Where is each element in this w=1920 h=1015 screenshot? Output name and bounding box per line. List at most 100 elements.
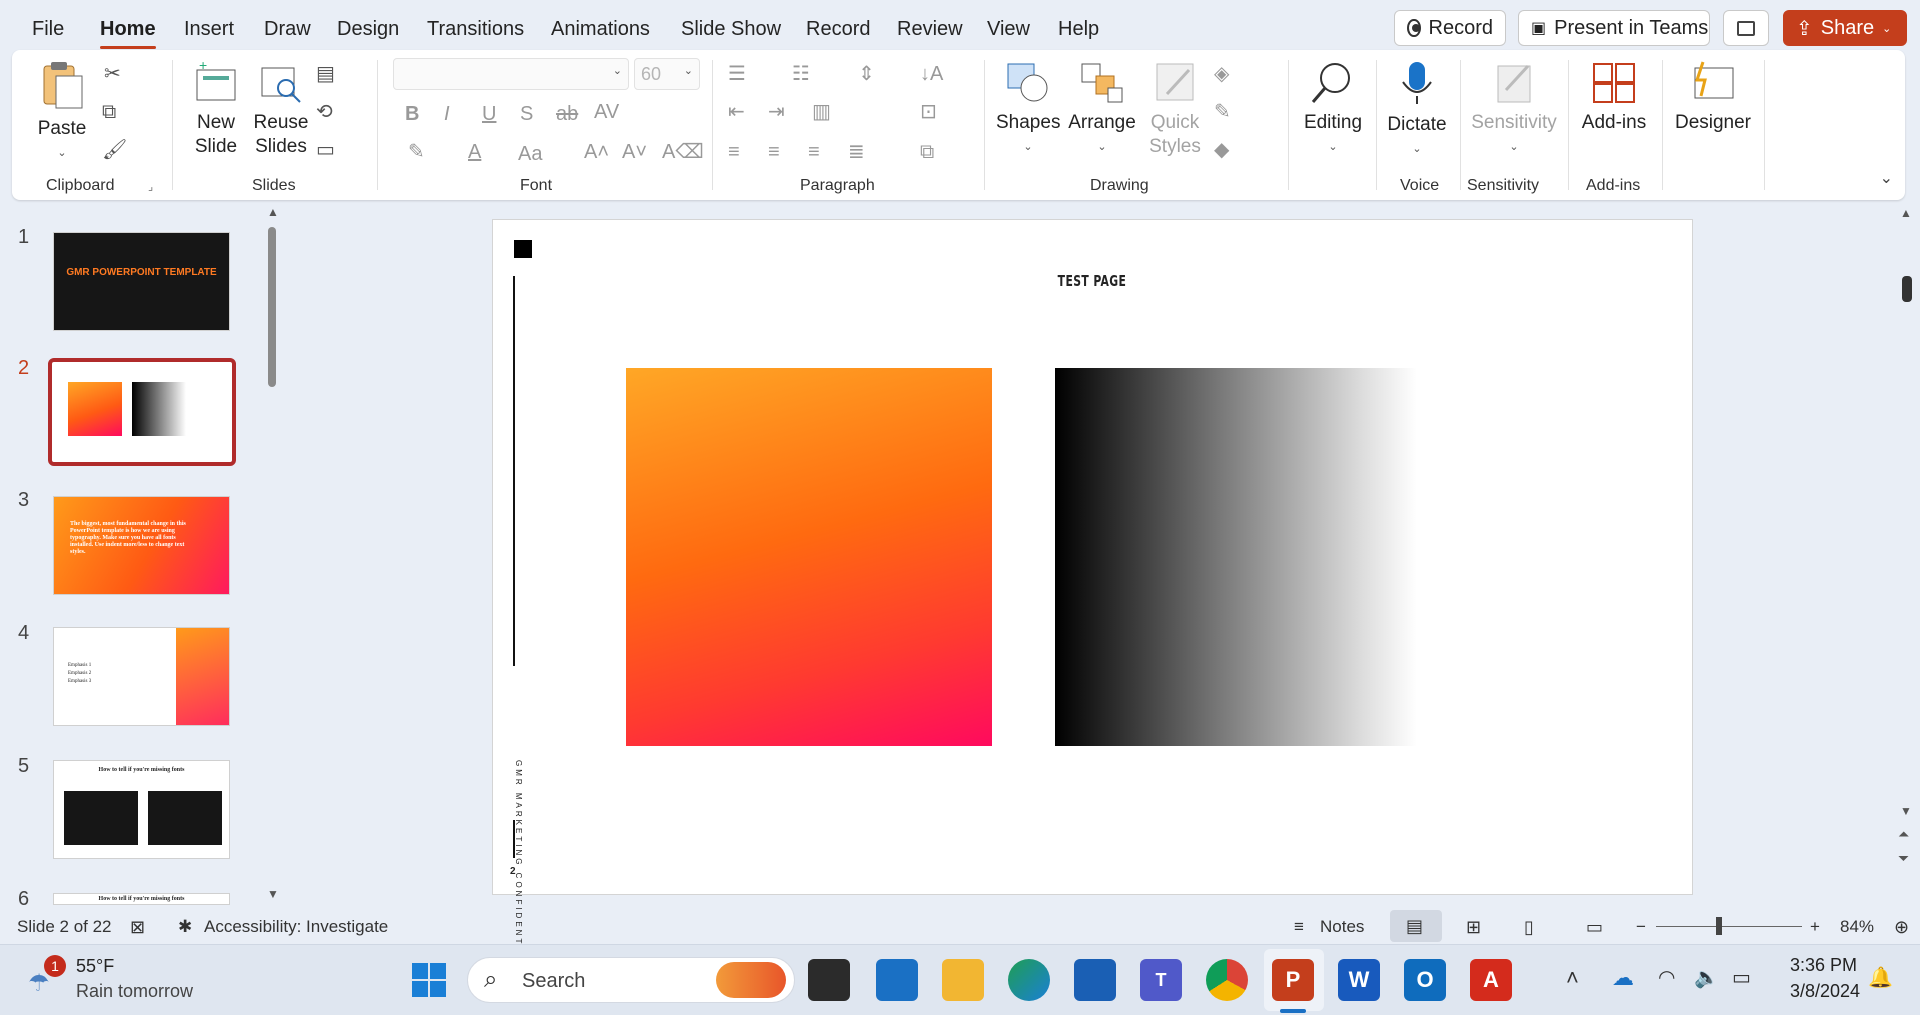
slide-thumbnail-1[interactable]: GMR POWERPOINT TEMPLATE	[53, 232, 230, 331]
new-slide-button[interactable]: + New Slide	[184, 57, 248, 159]
store-icon[interactable]	[1074, 959, 1116, 1001]
clear-formatting-icon[interactable]: A⌫	[662, 142, 704, 162]
align-text-icon[interactable]: ⊡	[920, 102, 937, 122]
weather-widget[interactable]: ☂ 1	[24, 955, 66, 1001]
slide-thumbnail-2[interactable]	[48, 358, 236, 466]
tab-animations[interactable]: Animations	[551, 18, 650, 41]
font-color-icon[interactable]: A	[468, 142, 481, 162]
meet-app-icon[interactable]	[876, 959, 918, 1001]
slide-scrollbar[interactable]	[1902, 276, 1912, 302]
teams-icon[interactable]: T	[1140, 959, 1182, 1001]
zoom-in-icon[interactable]: +	[1810, 917, 1820, 937]
accessibility-status[interactable]: Accessibility: Investigate	[204, 917, 388, 937]
zoom-level[interactable]: 84%	[1840, 917, 1874, 937]
tab-slide-show[interactable]: Slide Show	[681, 18, 781, 41]
italic-icon[interactable]: I	[444, 104, 450, 124]
bullets-icon[interactable]: ☰	[728, 64, 746, 84]
tab-home[interactable]: Home	[100, 18, 156, 49]
change-case-icon[interactable]: Aa	[518, 144, 542, 164]
zoom-slider-track[interactable]	[1656, 926, 1802, 927]
paste-button[interactable]: Paste ⌄	[32, 60, 92, 165]
shape-outline-icon[interactable]: ✎	[1214, 102, 1231, 122]
word-icon[interactable]: W	[1338, 959, 1380, 1001]
slide-thumbnail-4[interactable]: Emphasis 1 Emphasis 2 Emphasis 3	[53, 627, 230, 726]
line-spacing-icon[interactable]: ⇕	[858, 64, 875, 84]
underline-icon[interactable]: U	[482, 104, 496, 124]
zoom-out-icon[interactable]: −	[1636, 917, 1646, 937]
scroll-down-icon[interactable]: ▼	[1900, 804, 1912, 818]
outlook-icon[interactable]: O	[1404, 959, 1446, 1001]
slide-thumbnail-3[interactable]: The biggest, most fundamental change in …	[53, 496, 230, 595]
scroll-up-icon[interactable]: ▲	[1900, 206, 1912, 220]
font-size-dropdown[interactable]: 60 ⌄	[634, 58, 700, 90]
start-button[interactable]	[408, 959, 450, 1001]
increase-indent-icon[interactable]: ⇥	[768, 102, 785, 122]
wifi-icon[interactable]: ◠	[1658, 965, 1675, 990]
spellcheck-icon[interactable]: ⊠	[130, 917, 145, 938]
dictate-button[interactable]: Dictate ⌄	[1382, 60, 1452, 161]
scroll-down-icon[interactable]: ▼	[267, 887, 279, 901]
slide-sorter-icon[interactable]: ⊞	[1466, 917, 1481, 938]
panel-scrollbar[interactable]	[268, 227, 276, 387]
present-in-teams-button[interactable]: ▣ Present in Teams	[1518, 10, 1710, 46]
font-name-dropdown[interactable]: ⌄	[393, 58, 629, 90]
tab-help[interactable]: Help	[1058, 18, 1099, 41]
quick-styles-button[interactable]: Quick Styles	[1140, 60, 1210, 159]
acrobat-icon[interactable]: A	[1470, 959, 1512, 1001]
taskbar-search[interactable]: ⌕ Search	[467, 957, 795, 1003]
weather-temp[interactable]: 55°F	[76, 956, 114, 977]
task-view-icon[interactable]	[808, 959, 850, 1001]
shadow-icon[interactable]: S	[520, 104, 533, 124]
notification-bell-icon[interactable]: 🔔	[1868, 965, 1893, 990]
slideshow-view-icon[interactable]: ▭	[1586, 917, 1603, 938]
reuse-slides-button[interactable]: Reuse Slides	[250, 60, 312, 159]
section-icon[interactable]: ▭	[316, 140, 335, 160]
collapse-ribbon-icon[interactable]: ⌄	[1880, 168, 1893, 188]
reset-icon[interactable]: ⟲	[316, 102, 333, 122]
powerpoint-icon[interactable]: P	[1272, 959, 1314, 1001]
text-direction-icon[interactable]: ↓A	[920, 64, 943, 84]
reading-view-icon[interactable]: ▯	[1524, 917, 1534, 938]
comments-button[interactable]	[1723, 10, 1769, 46]
cut-icon[interactable]: ✂	[104, 64, 121, 84]
tab-insert[interactable]: Insert	[184, 18, 234, 41]
columns-icon[interactable]: ▥	[812, 102, 831, 122]
sensitivity-button[interactable]: Sensitivity ⌄	[1464, 60, 1564, 159]
notes-button[interactable]: Notes	[1320, 917, 1364, 937]
shapes-button[interactable]: Shapes ⌄	[996, 60, 1060, 159]
slide-title[interactable]: TEST PAGE	[613, 272, 1571, 290]
tab-record[interactable]: Record	[806, 18, 870, 41]
strikethrough-icon[interactable]: ab	[556, 104, 578, 124]
edge-icon[interactable]	[1008, 959, 1050, 1001]
align-left-icon[interactable]: ≡	[728, 142, 740, 162]
zoom-slider-thumb[interactable]	[1716, 917, 1722, 935]
previous-slide-icon[interactable]: ⏶	[1898, 826, 1909, 843]
shape-fill-icon[interactable]: ◈	[1214, 64, 1229, 84]
tab-transitions[interactable]: Transitions	[427, 18, 524, 41]
orange-gradient-box[interactable]	[626, 368, 992, 746]
format-painter-icon[interactable]: 🖌	[102, 140, 127, 160]
slide-thumbnail-6[interactable]: How to tell if you're missing fonts	[53, 893, 230, 905]
grayscale-gradient-box[interactable]	[1055, 368, 1417, 746]
tab-draw[interactable]: Draw	[264, 18, 311, 41]
slide-thumbnail-5[interactable]: How to tell if you're missing fonts	[53, 760, 230, 859]
highlight-icon[interactable]: ✎	[408, 142, 425, 162]
next-slide-icon[interactable]: ⏷	[1898, 850, 1909, 867]
chevron-up-icon[interactable]: ˄	[1566, 965, 1579, 991]
share-button[interactable]: ⇪ Share ⌄	[1783, 10, 1907, 46]
decrease-font-icon[interactable]: A˅	[622, 142, 647, 162]
justify-icon[interactable]: ≣	[848, 142, 865, 162]
onedrive-icon[interactable]: ☁	[1612, 965, 1634, 991]
align-center-icon[interactable]: ≡	[768, 142, 780, 162]
editing-button[interactable]: Editing ⌄	[1296, 60, 1370, 159]
shape-effects-icon[interactable]: ◆	[1214, 140, 1229, 160]
designer-button[interactable]: Designer	[1666, 60, 1760, 135]
file-explorer-icon[interactable]	[942, 959, 984, 1001]
battery-icon[interactable]: ▭	[1732, 965, 1751, 990]
smartart-icon[interactable]: ⧉	[920, 142, 934, 162]
tab-file[interactable]: File	[32, 18, 64, 41]
arrange-button[interactable]: Arrange ⌄	[1066, 60, 1138, 159]
record-button[interactable]: Record	[1394, 10, 1506, 46]
character-spacing-icon[interactable]: AV	[594, 102, 619, 122]
tab-review[interactable]: Review	[897, 18, 963, 41]
